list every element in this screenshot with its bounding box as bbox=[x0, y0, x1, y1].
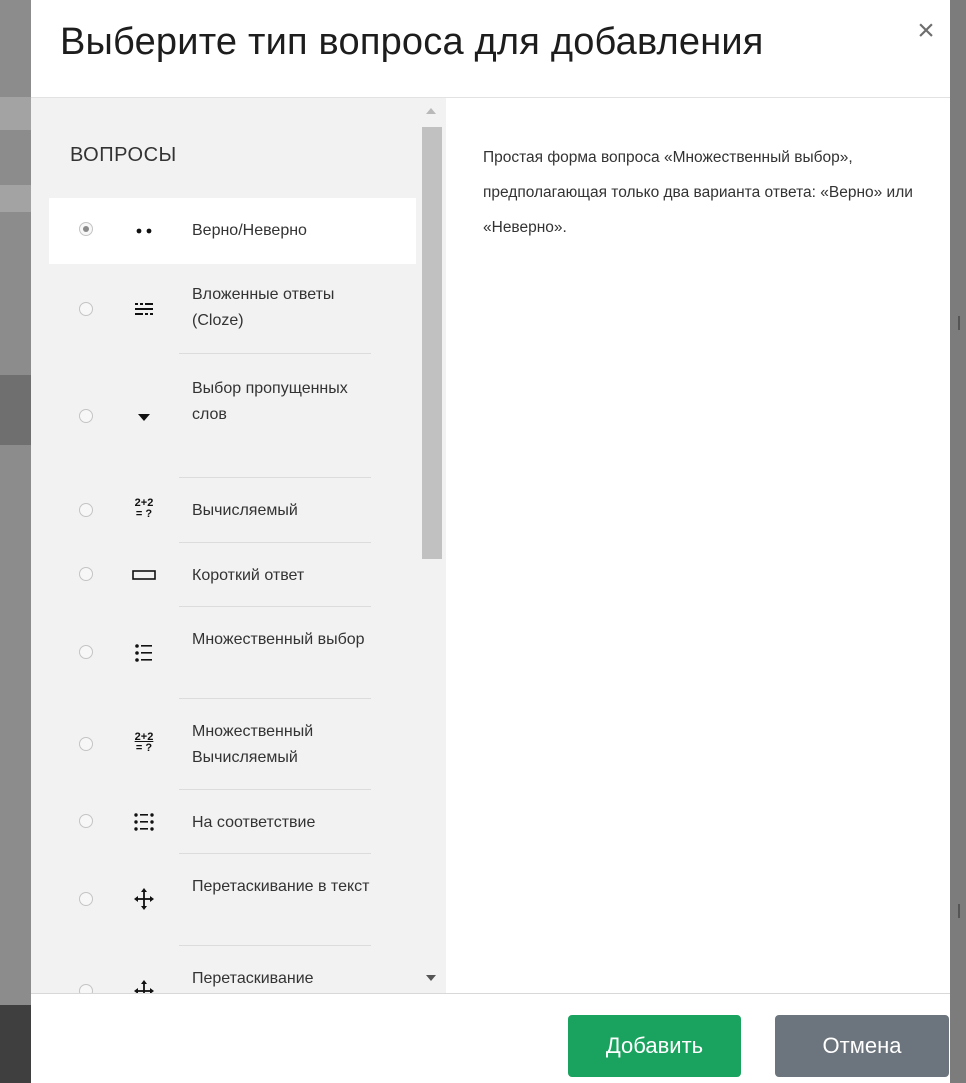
question-option-calculated-multi[interactable]: 2+2 = ? Множественный Вычисляемый bbox=[49, 699, 371, 790]
section-title: ВОПРОСЫ bbox=[70, 144, 177, 166]
cancel-button[interactable]: Отмена bbox=[775, 1015, 949, 1077]
question-option-label: Множественный Вычисляемый bbox=[192, 723, 314, 766]
background-tick bbox=[958, 904, 960, 918]
question-option-matching[interactable]: На соответствие bbox=[49, 790, 371, 854]
question-list-panel: ВОПРОСЫ Верно/Неверно Вложенные ответы (… bbox=[31, 98, 446, 993]
radio-button[interactable] bbox=[79, 737, 93, 751]
background-band bbox=[0, 185, 31, 212]
radio-button[interactable] bbox=[79, 984, 93, 993]
modal-header: Выберите тип вопроса для добавления × bbox=[31, 0, 950, 98]
question-option-calculated[interactable]: 2+2 = ? Вычисляемый bbox=[49, 478, 371, 543]
question-type-modal: Выберите тип вопроса для добавления × ВО… bbox=[31, 0, 950, 1083]
question-option-label: Множественный выбор bbox=[192, 631, 365, 648]
question-option-drag-drop[interactable]: Перетаскивание bbox=[49, 946, 371, 993]
question-option-label: Верно/Неверно bbox=[192, 222, 307, 239]
question-option-multiple-choice[interactable]: Множественный выбор bbox=[49, 607, 371, 699]
scroll-down-arrow-icon[interactable] bbox=[426, 975, 436, 981]
background-tick bbox=[958, 316, 960, 330]
calculated-multi-icon: 2+2 = ? bbox=[134, 731, 154, 754]
question-option-cloze[interactable]: Вложенные ответы (Cloze) bbox=[49, 264, 371, 354]
radio-button[interactable] bbox=[79, 409, 93, 423]
radio-button[interactable] bbox=[79, 567, 93, 581]
question-option-label: Перетаскивание bbox=[192, 970, 314, 987]
radio-button[interactable] bbox=[79, 222, 93, 236]
short-answer-icon bbox=[129, 563, 159, 587]
question-option-label: Вложенные ответы (Cloze) bbox=[192, 286, 335, 329]
radio-button[interactable] bbox=[79, 503, 93, 517]
question-option-label: Перетаскивание в текст bbox=[192, 878, 370, 895]
question-option-label: На соответствие bbox=[192, 814, 316, 831]
question-option-true-false[interactable]: Верно/Неверно bbox=[49, 198, 416, 264]
radio-button[interactable] bbox=[79, 814, 93, 828]
close-button[interactable]: × bbox=[909, 14, 943, 48]
question-option-select-missing-words[interactable]: Выбор пропущенных слов bbox=[49, 354, 371, 478]
dropdown-arrow-icon bbox=[129, 405, 159, 429]
radio-button[interactable] bbox=[79, 302, 93, 316]
drag-drop-icon bbox=[129, 979, 159, 993]
scrollbar-thumb[interactable] bbox=[422, 127, 442, 559]
background-page-right bbox=[950, 0, 966, 1083]
background-band bbox=[0, 375, 31, 445]
add-button[interactable]: Добавить bbox=[568, 1015, 741, 1077]
cloze-icon bbox=[129, 298, 159, 322]
question-option-label: Выбор пропущенных слов bbox=[192, 380, 348, 423]
background-band bbox=[0, 1005, 31, 1083]
calculated-icon: 2+2 = ? bbox=[134, 497, 154, 520]
multiple-choice-icon bbox=[129, 641, 159, 665]
question-option-short-answer[interactable]: Короткий ответ bbox=[49, 543, 371, 607]
scroll-up-arrow-icon[interactable] bbox=[426, 108, 436, 114]
question-option-label: Короткий ответ bbox=[192, 567, 305, 584]
modal-title: Выберите тип вопроса для добавления bbox=[60, 21, 764, 63]
question-type-description: Простая форма вопроса «Множественный выб… bbox=[483, 149, 913, 236]
description-panel: Простая форма вопроса «Множественный выб… bbox=[446, 98, 950, 993]
modal-footer: Добавить Отмена bbox=[31, 993, 950, 1083]
radio-button[interactable] bbox=[79, 645, 93, 659]
background-page-left bbox=[0, 0, 31, 1083]
true-false-icon bbox=[129, 219, 159, 243]
list-scrollbar[interactable] bbox=[418, 98, 446, 993]
radio-button[interactable] bbox=[79, 892, 93, 906]
drag-drop-icon bbox=[129, 887, 159, 911]
question-option-label: Вычисляемый bbox=[192, 502, 298, 519]
matching-icon bbox=[129, 810, 159, 834]
background-band bbox=[0, 97, 31, 130]
question-option-drag-drop-text[interactable]: Перетаскивание в текст bbox=[49, 854, 371, 946]
